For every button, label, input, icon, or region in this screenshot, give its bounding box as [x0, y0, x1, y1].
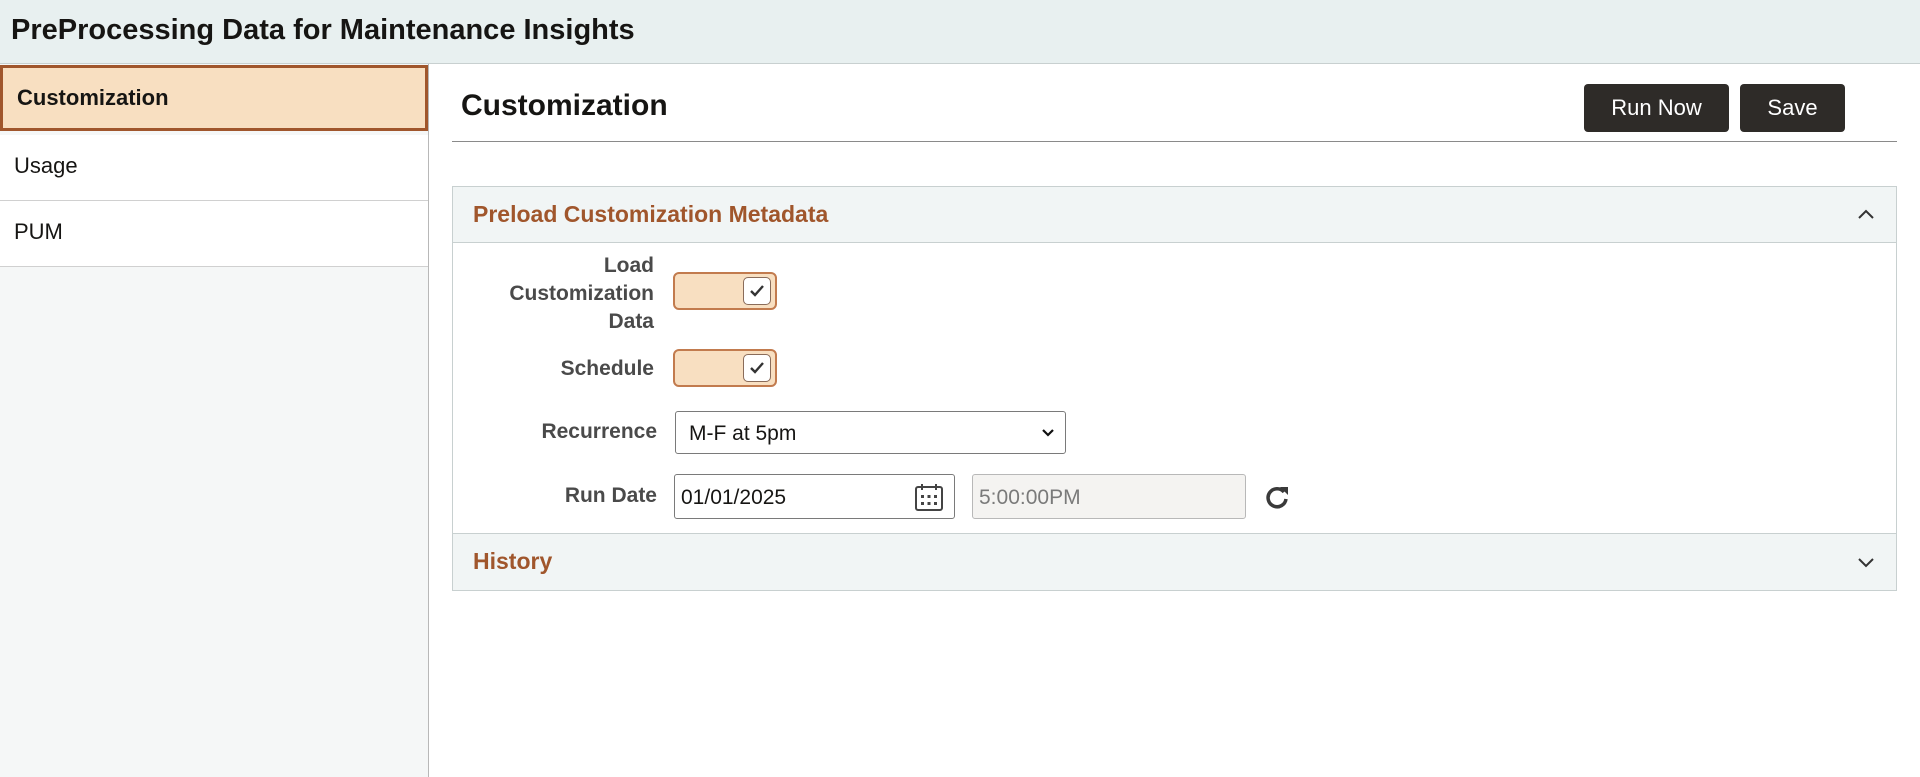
run-date-label: Run Date	[564, 484, 657, 507]
load-customization-data-label: Load Customization Data	[509, 254, 654, 333]
section-header-history[interactable]: History	[452, 533, 1897, 591]
sidebar-item-label: PUM	[14, 219, 63, 244]
recurrence-value: M-F at 5pm	[689, 422, 797, 445]
sidebar-item-pum[interactable]: PUM	[0, 201, 428, 267]
toggle-knob	[743, 277, 771, 305]
title-divider	[452, 141, 1897, 142]
section-title: History	[473, 548, 553, 574]
page-title: Customization	[461, 89, 668, 122]
recurrence-label: Recurrence	[541, 420, 657, 443]
section-title: Preload Customization Metadata	[473, 201, 829, 227]
chevron-down-icon	[1042, 429, 1054, 437]
schedule-toggle[interactable]	[673, 349, 777, 387]
run-time-value: 5:00:00PM	[979, 486, 1081, 509]
recurrence-select[interactable]: M-F at 5pm	[675, 411, 1066, 454]
schedule-label: Schedule	[560, 357, 654, 380]
calendar-icon[interactable]	[914, 482, 944, 512]
sidebar-item-label: Usage	[14, 153, 78, 178]
section-header-preload[interactable]: Preload Customization Metadata	[452, 186, 1897, 243]
run-date-input[interactable]: 01/01/2025	[674, 474, 955, 519]
refresh-icon[interactable]	[1263, 483, 1291, 511]
run-time-input: 5:00:00PM	[972, 474, 1246, 519]
sidebar: Customization Usage PUM	[0, 64, 429, 777]
save-button[interactable]: Save	[1740, 84, 1845, 132]
sidebar-item-usage[interactable]: Usage	[0, 135, 428, 201]
check-icon	[750, 362, 764, 374]
check-icon	[750, 285, 764, 297]
chevron-down-icon[interactable]	[1856, 556, 1876, 570]
toggle-knob	[743, 354, 771, 382]
chevron-up-icon[interactable]	[1856, 207, 1876, 221]
app-header: PreProcessing Data for Maintenance Insig…	[0, 0, 1920, 64]
app-title: PreProcessing Data for Maintenance Insig…	[11, 14, 635, 46]
sidebar-item-label: Customization	[17, 85, 169, 110]
load-customization-data-toggle[interactable]	[673, 272, 777, 310]
run-now-button[interactable]: Run Now	[1584, 84, 1729, 132]
run-date-value: 01/01/2025	[681, 486, 787, 509]
sidebar-item-customization[interactable]: Customization	[0, 65, 428, 131]
